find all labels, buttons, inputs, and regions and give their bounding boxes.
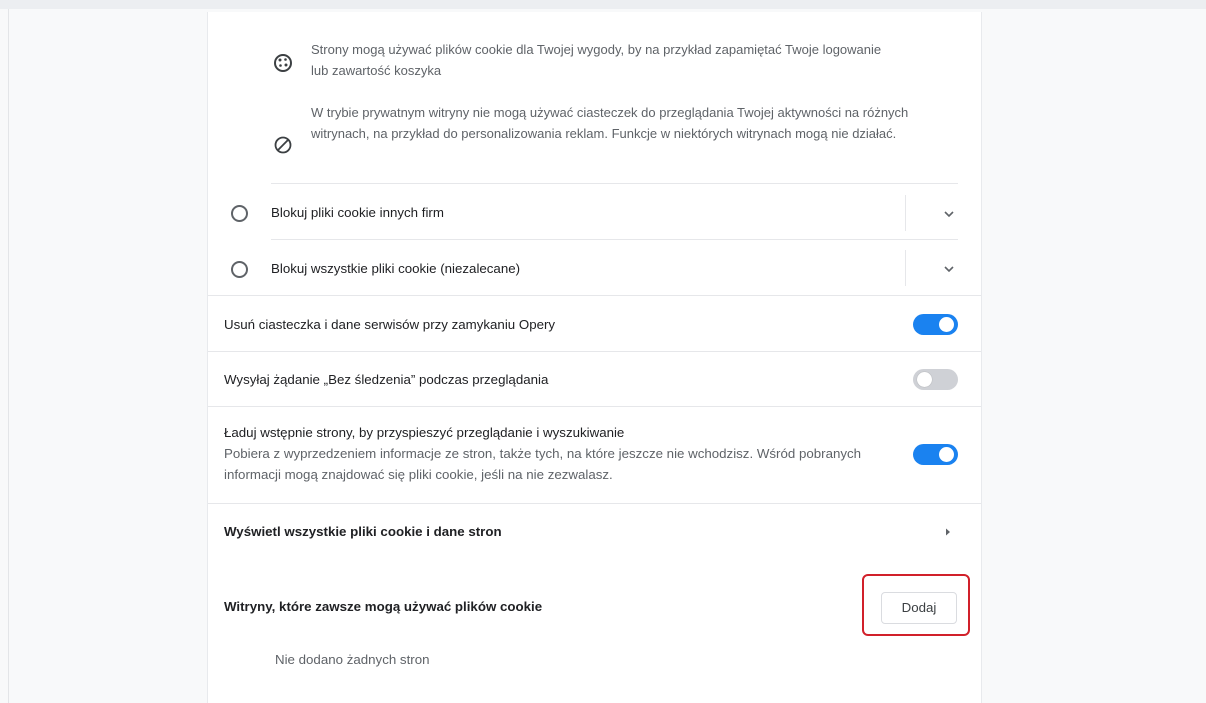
preload-label: Ładuj wstępnie strony, by przyspieszyć p… — [224, 425, 625, 440]
divider — [271, 183, 958, 184]
empty-sites-text: Nie dodano żadnych stron — [275, 652, 430, 667]
block-icon — [274, 136, 292, 154]
radio-label: Blokuj wszystkie pliki cookie (niezaleca… — [271, 261, 521, 276]
toggle-knob — [939, 317, 954, 332]
radio-button[interactable] — [231, 205, 248, 222]
toggle-knob — [939, 447, 954, 462]
clear-on-exit-label: Usuń ciasteczka i dane serwisów przy zam… — [224, 317, 556, 332]
radio-button[interactable] — [231, 261, 248, 278]
clear-on-exit-toggle[interactable] — [913, 314, 958, 335]
left-strip — [0, 9, 9, 703]
allowed-sites-label: Witryny, które zawsze mogą używać plików… — [224, 599, 543, 614]
preload-toggle[interactable] — [913, 444, 958, 465]
cookie-convenience-text: Strony mogą używać plików cookie dla Two… — [311, 42, 882, 78]
divider — [208, 351, 981, 352]
do-not-track-label: Wysyłaj żądanie „Bez śledzenia” podczas … — [224, 372, 549, 387]
toggle-knob — [917, 372, 932, 387]
divider — [208, 503, 981, 504]
preload-description: Pobiera z wyprzedzeniem informacje ze st… — [224, 446, 862, 482]
chevron-down-icon[interactable] — [942, 207, 956, 221]
do-not-track-toggle[interactable] — [913, 369, 958, 390]
divider — [208, 406, 981, 407]
vertical-divider — [905, 250, 906, 286]
divider — [271, 239, 958, 240]
vertical-divider — [905, 195, 906, 231]
private-mode-text: W trybie prywatnym witryny nie mogą używ… — [311, 105, 909, 141]
radio-label: Blokuj pliki cookie innych firm — [271, 205, 444, 220]
divider — [208, 295, 981, 296]
chevron-down-icon[interactable] — [942, 262, 956, 276]
highlight-box — [862, 574, 970, 636]
top-strip — [0, 0, 1206, 9]
cookie-icon — [274, 54, 292, 72]
arrow-right-icon[interactable] — [943, 527, 953, 537]
view-all-cookies-label: Wyświetl wszystkie pliki cookie i dane s… — [224, 524, 502, 539]
